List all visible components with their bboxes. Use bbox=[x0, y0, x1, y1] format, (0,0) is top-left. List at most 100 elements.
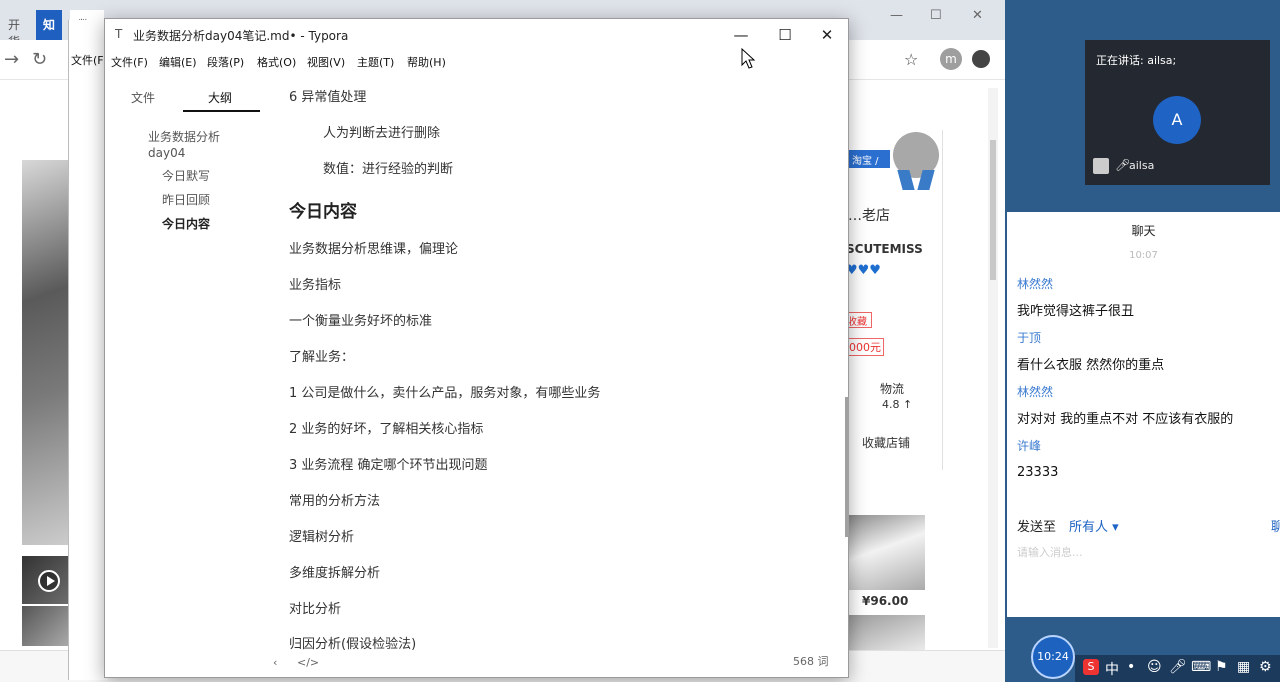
chat-message: 23333 bbox=[1017, 465, 1059, 480]
clock[interactable]: 10:24 bbox=[1031, 635, 1075, 679]
minimize-icon[interactable]: — bbox=[890, 8, 903, 23]
content-line[interactable]: 数值：进行经验的判断 bbox=[323, 158, 453, 177]
participant-name: ailsa bbox=[1129, 159, 1155, 172]
chat-user: 林然然 bbox=[1017, 277, 1054, 291]
content-line[interactable]: 归因分析(假设检验法) bbox=[289, 633, 416, 652]
reload-icon[interactable]: ↻ bbox=[32, 49, 47, 70]
content-line[interactable]: 逻辑树分析 bbox=[289, 526, 354, 545]
send-to-dropdown[interactable]: 所有人 ▾ bbox=[1069, 516, 1119, 535]
outline-item[interactable]: 昨日回顾 bbox=[162, 191, 210, 208]
background-window: 文件(F bbox=[68, 20, 108, 680]
logistics-score: 4.8 ↑ bbox=[882, 398, 913, 411]
chat-user: 许峰 bbox=[1017, 439, 1042, 453]
outline-item-root[interactable]: 业务数据分析day04 bbox=[148, 129, 238, 161]
product-image[interactable] bbox=[845, 515, 925, 590]
punctuation-icon[interactable]: • bbox=[1127, 659, 1135, 675]
editor-scrollbar-thumb[interactable] bbox=[845, 397, 849, 537]
content-line[interactable]: 3 业务流程 确定哪个环节出现问题 bbox=[289, 454, 488, 473]
shop-pill[interactable]: 收藏 bbox=[846, 312, 872, 328]
outline-item[interactable]: 今日默写 bbox=[162, 167, 210, 184]
menu-help[interactable]: 帮助(H) bbox=[407, 54, 446, 70]
forward-icon[interactable]: → bbox=[4, 49, 19, 70]
play-icon[interactable] bbox=[38, 570, 60, 592]
window-title: 业务数据分析day04笔记.md• - Typora bbox=[133, 29, 349, 43]
meeting-speaker-panel: 正在讲话: ailsa; A 🎤︎ ailsa bbox=[1085, 40, 1270, 185]
browser-scrollbar-thumb[interactable] bbox=[990, 140, 996, 280]
chat-input[interactable]: 请输入消息... bbox=[1017, 544, 1083, 560]
content-line[interactable]: 业务数据分析思维课，偏理论 bbox=[289, 238, 458, 257]
content-heading[interactable]: 今日内容 bbox=[289, 197, 357, 222]
content-line[interactable]: 多维度拆解分析 bbox=[289, 562, 380, 581]
typora-window: T 业务数据分析day04笔记.md• - Typora — ☐ ✕ 文件(F)… bbox=[104, 18, 849, 678]
emoji-icon[interactable]: ☺ bbox=[1147, 659, 1162, 675]
skin-icon[interactable]: ⚑ bbox=[1215, 659, 1228, 675]
close-icon[interactable]: ✕ bbox=[972, 8, 983, 23]
word-count[interactable]: 568 词 bbox=[793, 653, 829, 669]
tab-files[interactable]: 文件 bbox=[131, 89, 155, 106]
title-bar[interactable]: T 业务数据分析day04笔记.md• - Typora — ☐ ✕ bbox=[105, 19, 848, 51]
sogou-icon[interactable]: S bbox=[1083, 659, 1099, 675]
content-line[interactable]: 人为判断去进行删除 bbox=[323, 122, 440, 141]
send-to-label: 发送至 bbox=[1017, 520, 1057, 535]
ime-indicator[interactable]: 中 bbox=[1105, 659, 1119, 679]
shop-price-box: 000元 bbox=[846, 338, 884, 356]
menu-edit[interactable]: 编辑(E) bbox=[159, 54, 197, 70]
chat-message: 我咋觉得这裤子很丑 bbox=[1017, 304, 1135, 319]
system-tray: S 中 • ☺ 🎤︎ ⌨ ⚑ ▦ ⚙ bbox=[1075, 655, 1280, 682]
toggle-sidebar-button[interactable]: ‹ bbox=[273, 656, 277, 669]
content-line[interactable]: 对比分析 bbox=[289, 598, 341, 617]
minimize-icon[interactable]: — bbox=[721, 23, 761, 47]
shop-tag: 淘宝 / 旗舰 bbox=[848, 150, 890, 182]
close-icon[interactable]: ✕ bbox=[807, 23, 847, 47]
tab-outline[interactable]: 大纲 bbox=[208, 89, 232, 106]
shirt-icon[interactable]: ⚙ bbox=[1259, 659, 1272, 675]
chat-panel: 聊天 10:07 林然然 我咋觉得这裤子很丑 于顶 看什么衣服 然然你的重点 林… bbox=[1007, 212, 1280, 617]
menu-view[interactable]: 视图(V) bbox=[307, 54, 345, 70]
microphone-icon[interactable]: 🎤︎ bbox=[1169, 659, 1187, 675]
mouse-cursor-icon bbox=[741, 48, 756, 69]
user-icon bbox=[1093, 158, 1109, 174]
content-line[interactable]: 业务指标 bbox=[289, 274, 341, 293]
microphone-icon: 🎤︎ bbox=[1115, 158, 1131, 172]
chat-message: 看什么衣服 然然你的重点 bbox=[1017, 358, 1165, 373]
content-line[interactable]: 了解业务： bbox=[289, 346, 354, 365]
chat-title: 聊天 bbox=[1131, 224, 1156, 238]
menu-file[interactable]: 文件(F) bbox=[111, 54, 148, 70]
menu-paragraph[interactable]: 段落(P) bbox=[207, 54, 244, 70]
toolbox-icon[interactable]: ▦ bbox=[1237, 659, 1250, 675]
favorite-store-button[interactable]: 收藏店铺 bbox=[862, 434, 910, 451]
chat-user: 林然然 bbox=[1017, 385, 1054, 399]
chat-timestamp: 10:07 bbox=[1129, 250, 1158, 261]
product-image[interactable] bbox=[845, 615, 925, 653]
menu-format[interactable]: 格式(O) bbox=[257, 54, 296, 70]
content-line[interactable]: 常用的分析方法 bbox=[289, 490, 380, 509]
profile-avatar[interactable]: m bbox=[940, 48, 962, 70]
shop-name[interactable]: …老店 bbox=[848, 205, 890, 225]
browser-tab-active[interactable]: 知 bbox=[36, 10, 62, 40]
source-mode-button[interactable]: </> bbox=[297, 656, 319, 669]
extension-icon[interactable] bbox=[972, 50, 990, 68]
logistics-label: 物流 bbox=[880, 382, 905, 396]
menu-theme[interactable]: 主题(T) bbox=[357, 54, 394, 70]
content-line[interactable]: 6 异常值处理 bbox=[289, 86, 366, 105]
chat-message: 对对对 我的重点不对 不应该有衣服的 bbox=[1017, 412, 1234, 427]
content-line[interactable]: 一个衡量业务好坏的标准 bbox=[289, 310, 432, 329]
speaking-label: 正在讲话: ailsa; bbox=[1096, 54, 1177, 67]
shop-brand: SCUTEMISS bbox=[846, 242, 923, 256]
content-line[interactable]: 1 公司是做什么，卖什么产品，服务对象，有哪些业务 bbox=[289, 382, 600, 401]
background-menu-fragment: 文件(F bbox=[71, 54, 104, 67]
maximize-icon[interactable]: ☐ bbox=[765, 23, 805, 47]
content-line[interactable]: 2 业务的好坏，了解相关核心指标 bbox=[289, 418, 483, 437]
shop-rating-hearts: ♥♥♥ bbox=[846, 263, 881, 278]
menu-bar: 文件(F) 编辑(E) 段落(P) 格式(O) 视图(V) 主题(T) 帮助(H… bbox=[105, 51, 848, 73]
ribbon-icon bbox=[896, 170, 936, 190]
maximize-icon[interactable]: ☐ bbox=[930, 8, 942, 23]
chat-user: 于顶 bbox=[1017, 331, 1042, 345]
typora-app-icon: T bbox=[115, 27, 123, 41]
browser-tab[interactable]: 开货 bbox=[0, 10, 30, 49]
chat-send-button[interactable]: 聊 bbox=[1271, 516, 1280, 535]
bookmark-star-icon[interactable]: ☆ bbox=[904, 50, 918, 69]
product-price: ¥96.00 bbox=[862, 594, 909, 608]
outline-item-current[interactable]: 今日内容 bbox=[162, 215, 210, 232]
keyboard-icon[interactable]: ⌨ bbox=[1191, 659, 1211, 675]
